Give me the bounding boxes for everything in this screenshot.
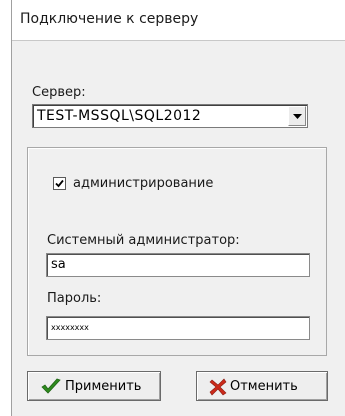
- sysadmin-label: Системный администратор:: [47, 233, 240, 248]
- password-input[interactable]: xxxxxxxx: [46, 316, 310, 340]
- checkmark-icon: [55, 179, 64, 188]
- admin-checkbox-label[interactable]: администрирование: [73, 176, 213, 191]
- sysadmin-input[interactable]: sa: [46, 253, 310, 277]
- apply-button[interactable]: Применить: [27, 371, 161, 401]
- admin-checkbox[interactable]: [53, 177, 66, 190]
- window-title: Подключение к серверу: [20, 11, 199, 27]
- server-value: TEST-MSSQL\SQL2012: [37, 108, 202, 124]
- server-dropdown-button[interactable]: [288, 106, 306, 126]
- server-label: Сервер:: [32, 85, 86, 100]
- apply-button-label: Применить: [65, 379, 142, 394]
- cross-icon: [209, 378, 227, 396]
- cancel-button[interactable]: Отменить: [196, 371, 328, 401]
- checkmark-icon: [41, 378, 61, 394]
- cancel-button-label: Отменить: [230, 379, 298, 394]
- chevron-down-icon: [293, 114, 302, 119]
- sysadmin-value: sa: [51, 257, 66, 272]
- password-label: Пароль:: [47, 291, 102, 306]
- server-select[interactable]: TEST-MSSQL\SQL2012: [32, 104, 308, 128]
- title-bar: Подключение к серверу: [12, 0, 345, 41]
- password-value: xxxxxxxx: [51, 323, 89, 332]
